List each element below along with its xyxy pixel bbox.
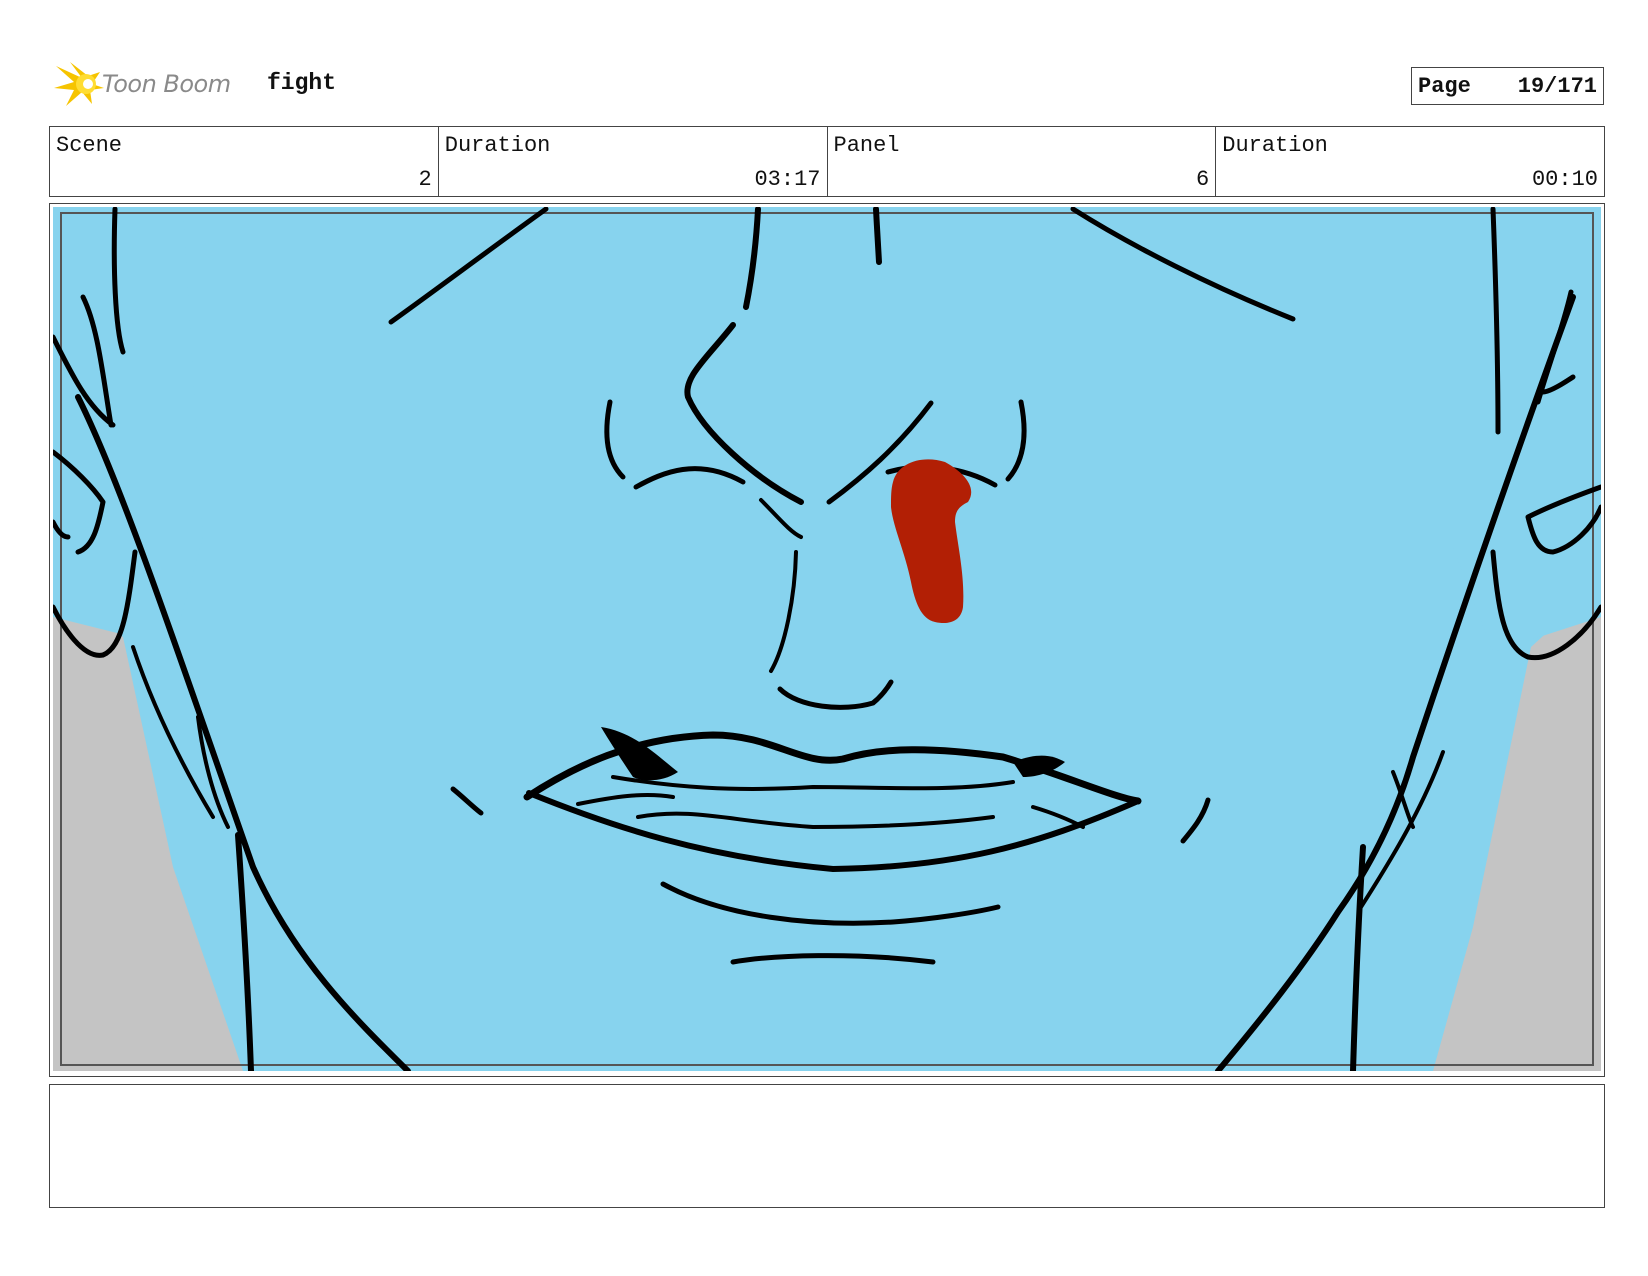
panel-duration-cell: Duration 00:10 bbox=[1216, 127, 1604, 196]
logo-text: Toon Boom bbox=[102, 70, 231, 98]
page-label: Page bbox=[1418, 73, 1471, 99]
scene-label: Scene bbox=[56, 133, 123, 158]
nose-bridge-right bbox=[873, 207, 882, 265]
panel-cell: Panel 6 bbox=[828, 127, 1217, 196]
panel-info-table: Scene 2 Duration 03:17 Panel 6 Duration … bbox=[49, 126, 1605, 197]
scene-duration-cell: Duration 03:17 bbox=[439, 127, 828, 196]
page-indicator: Page 19/171 bbox=[1411, 67, 1604, 105]
scene-cell: Scene 2 bbox=[50, 127, 439, 196]
face-drawing bbox=[53, 207, 1601, 1071]
panel-duration-label: Duration bbox=[1222, 133, 1328, 158]
skin-fill bbox=[53, 207, 1601, 1071]
panel-notes[interactable] bbox=[49, 1084, 1605, 1208]
starburst-icon bbox=[54, 62, 104, 106]
panel-duration-value: 00:10 bbox=[1531, 167, 1598, 192]
skin-fill-left bbox=[53, 207, 203, 647]
panel-value: 6 bbox=[1196, 167, 1210, 192]
scene-duration-label: Duration bbox=[444, 133, 551, 158]
project-name: fight bbox=[267, 70, 337, 96]
panel-label: Panel bbox=[833, 133, 900, 158]
storyboard-panel bbox=[49, 203, 1605, 1077]
page-value: 19/171 bbox=[1517, 73, 1597, 99]
scene-value: 2 bbox=[418, 167, 432, 192]
toon-boom-logo: Toon Boom bbox=[52, 58, 252, 110]
scene-duration-value: 03:17 bbox=[754, 167, 821, 192]
